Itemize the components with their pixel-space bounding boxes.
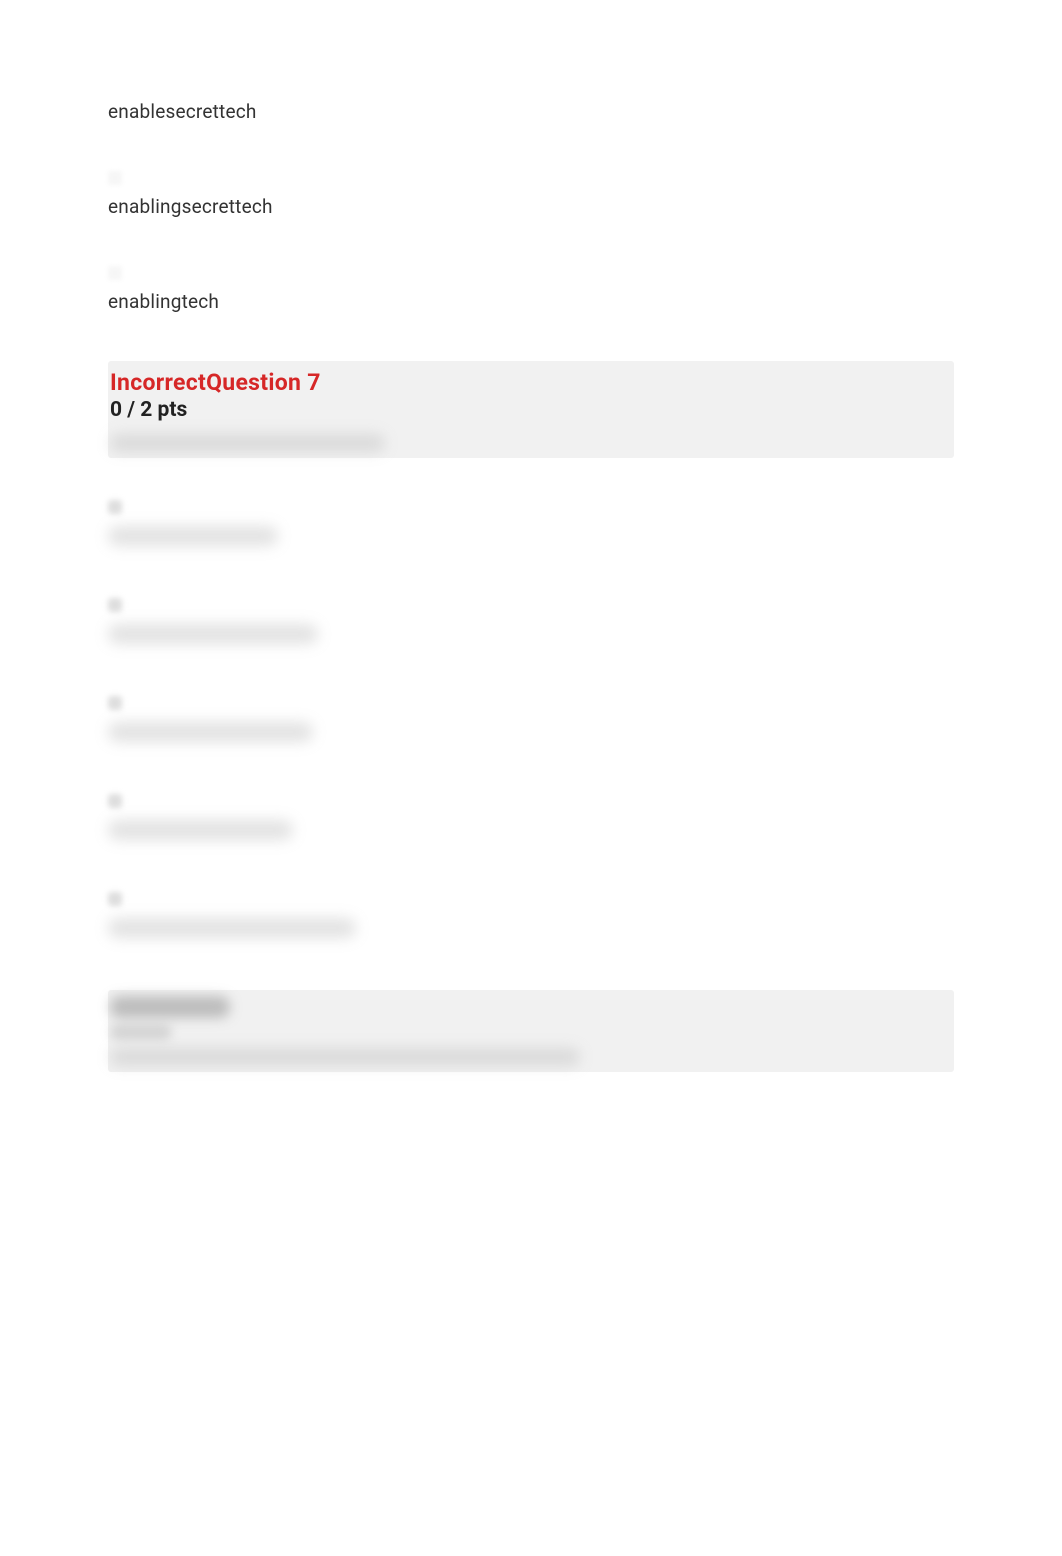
answer-marker-blurred: [108, 696, 122, 710]
quiz-page-content: enablesecrettech enablingsecrettech enab…: [0, 0, 1062, 1132]
answer-marker: [108, 266, 122, 280]
question-title: IncorrectQuestion 7: [110, 369, 952, 396]
question-score: 0 / 2 pts: [110, 398, 952, 422]
answer-text-blurred: [108, 526, 278, 546]
answer-marker-blurred: [108, 598, 122, 612]
answer-option-blurred: [108, 598, 954, 644]
question-number: Question 7: [206, 369, 321, 396]
question-8-title-blurred: [110, 996, 230, 1018]
answer-option-blurred: [108, 892, 954, 938]
answer-option-blurred: [108, 696, 954, 742]
answer-text-blurred: [108, 820, 293, 840]
answer-option-blurred: [108, 794, 954, 840]
question-prompt-blurred: [110, 434, 385, 452]
question-8-score-blurred: [110, 1024, 172, 1040]
answer-option-blurred: [108, 500, 954, 546]
prior-answers-section: enablesecrettech enablingsecrettech enab…: [108, 100, 954, 313]
answer-option: enablingtech: [108, 266, 954, 313]
answer-option: enablingsecrettech: [108, 171, 954, 218]
answer-marker-blurred: [108, 500, 122, 514]
answer-marker: [108, 171, 122, 185]
answer-text: enablesecrettech: [108, 100, 954, 123]
question-8-prompt-blurred: [110, 1048, 580, 1066]
question-8-header: [108, 990, 954, 1072]
question-7-header: IncorrectQuestion 7 0 / 2 pts: [108, 361, 954, 458]
answer-text-blurred: [108, 918, 356, 938]
answer-marker-blurred: [108, 794, 122, 808]
answer-marker-blurred: [108, 892, 122, 906]
answer-option: enablesecrettech: [108, 100, 954, 123]
question-7-answers: [108, 500, 954, 938]
answer-text: enablingsecrettech: [108, 195, 954, 218]
answer-text-blurred: [108, 624, 318, 644]
question-status: Incorrect: [110, 369, 206, 396]
answer-text-blurred: [108, 722, 313, 742]
answer-text: enablingtech: [108, 290, 954, 313]
